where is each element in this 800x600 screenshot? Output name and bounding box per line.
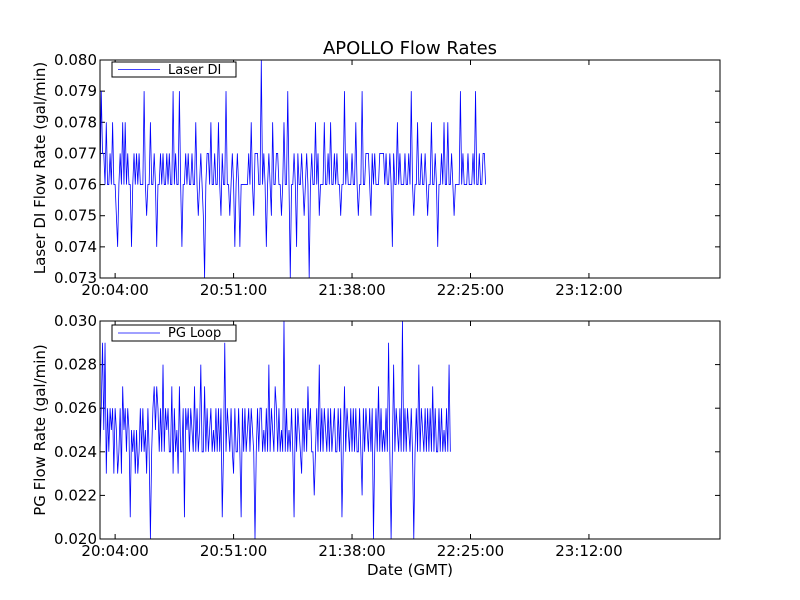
x-tick-label: 20:04:00: [81, 281, 148, 299]
x-tick-label: 20:51:00: [200, 281, 267, 299]
chart-title: APOLLO Flow Rates: [323, 38, 497, 59]
legend-top: Laser DI: [111, 61, 237, 78]
y-tick-label: 0.076: [54, 176, 97, 194]
legend-label-laser-di: Laser DI: [168, 63, 221, 78]
y-tick-label: 0.079: [54, 82, 97, 100]
x-tick-label: 22:25:00: [437, 281, 504, 299]
y-axis-label-bottom: PG Flow Rate (gal/min): [31, 344, 49, 516]
legend-bottom: PG Loop: [111, 324, 237, 342]
x-tick-label: 20:04:00: [81, 542, 148, 560]
x-axis-label: Date (GMT): [367, 561, 453, 579]
x-tick-label: 21:38:00: [318, 281, 385, 299]
y-tick-label: 0.077: [54, 144, 97, 162]
y-tick-label: 0.030: [54, 312, 97, 330]
x-tick-label: 22:25:00: [437, 542, 504, 560]
y-tick-label: 0.028: [54, 356, 97, 374]
y-axis-label-top: Laser DI Flow Rate (gal/min): [31, 62, 49, 274]
y-tick-label: 0.022: [54, 486, 97, 504]
y-tick-label: 0.026: [54, 399, 97, 417]
x-tick-label: 21:38:00: [318, 542, 385, 560]
y-tick-label: 0.075: [54, 207, 97, 225]
y-tick-label: 0.080: [54, 51, 97, 69]
y-tick-label: 0.024: [54, 443, 97, 461]
x-tick-label: 23:12:00: [555, 281, 622, 299]
x-tick-label: 20:51:00: [200, 542, 267, 560]
legend-label-pg-loop: PG Loop: [168, 326, 221, 341]
figure: APOLLO Flow Rates Laser DI Flow Rate (ga…: [0, 0, 800, 600]
x-tick-label: 23:12:00: [555, 542, 622, 560]
y-tick-label: 0.074: [54, 238, 97, 256]
y-tick-label: 0.078: [54, 113, 97, 131]
